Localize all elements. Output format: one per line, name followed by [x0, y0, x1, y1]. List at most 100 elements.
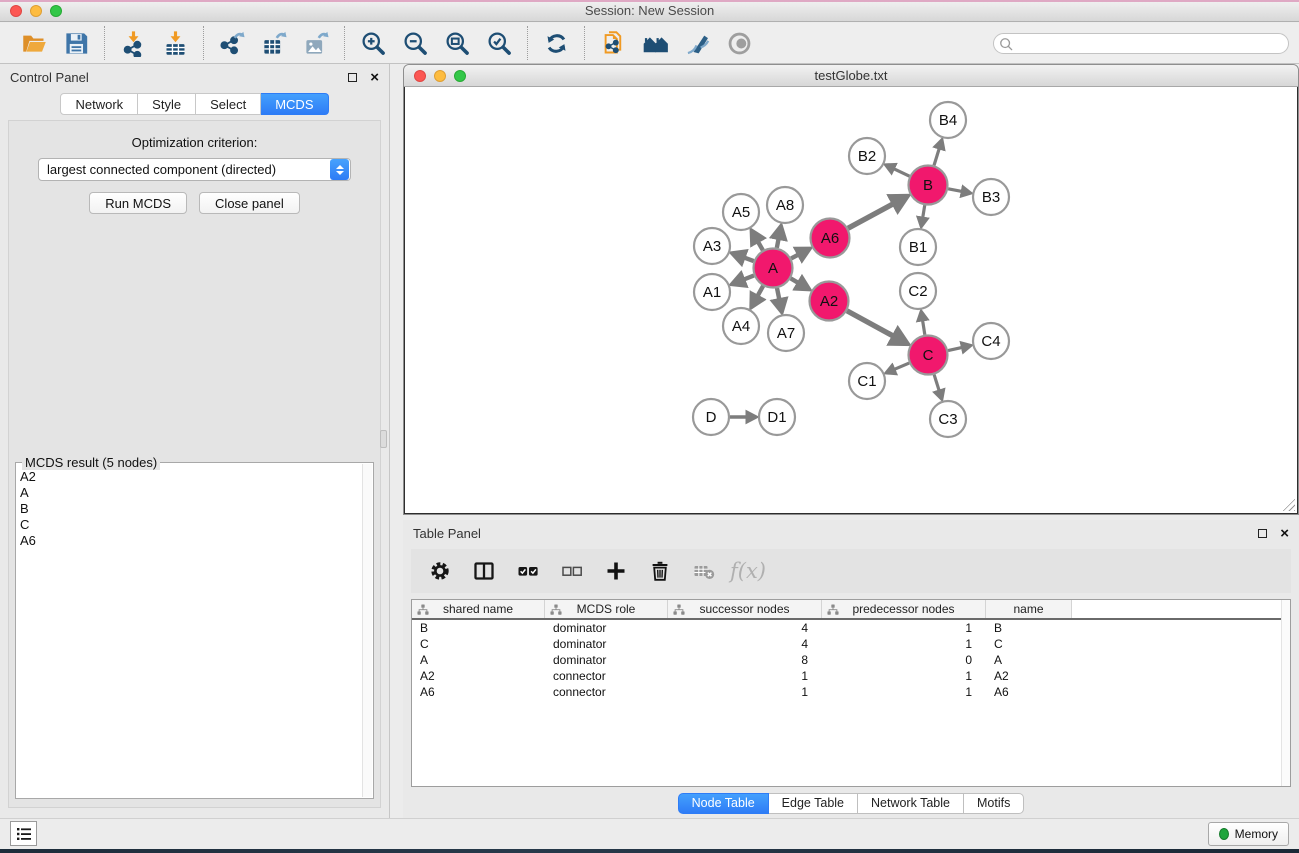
import-table-button[interactable]	[157, 26, 193, 60]
graph-edge-A-A5[interactable]	[758, 241, 763, 250]
memory-button[interactable]: Memory	[1208, 822, 1289, 846]
new-network-file-button[interactable]	[595, 26, 631, 60]
mcds-result-item[interactable]: A6	[20, 533, 369, 549]
column-settings-button[interactable]	[423, 554, 457, 588]
run-mcds-button[interactable]: Run MCDS	[89, 192, 187, 214]
graph-node-B2[interactable]: B2	[849, 138, 885, 174]
hide-graphics-details-button[interactable]	[679, 26, 715, 60]
table-row-A6[interactable]: A6connector11A6	[412, 684, 1290, 700]
graph-node-A4[interactable]: A4	[723, 308, 759, 344]
import-network-button[interactable]	[115, 26, 151, 60]
float-panel-icon[interactable]	[348, 73, 357, 82]
column-header-predecessor-nodes[interactable]: predecessor nodes	[822, 600, 986, 618]
split-table-button[interactable]	[467, 554, 501, 588]
refresh-view-button[interactable]	[538, 26, 574, 60]
table-close-panel-icon[interactable]: ×	[1280, 529, 1289, 539]
zoom-selected-button[interactable]	[481, 26, 517, 60]
graph-edge-A-A7[interactable]	[777, 288, 779, 300]
graph-node-A6[interactable]: A6	[811, 219, 850, 258]
close-panel-button[interactable]: Close panel	[199, 192, 300, 214]
table-row-A[interactable]: Adominator80A	[412, 652, 1290, 668]
network-zoom-icon[interactable]	[454, 70, 466, 82]
graph-edge-B-B3[interactable]	[948, 189, 962, 192]
criterion-select[interactable]: largest connected component (directed)	[38, 158, 351, 181]
graph-node-B4[interactable]: B4	[930, 102, 966, 138]
graph-node-A1[interactable]: A1	[694, 274, 730, 310]
graph-edge-A-A3[interactable]	[744, 257, 754, 261]
graph-node-A2[interactable]: A2	[810, 282, 849, 321]
graph-edge-A-A8[interactable]	[777, 238, 779, 248]
graph-node-B3[interactable]: B3	[973, 179, 1009, 215]
split-divider-grip[interactable]	[380, 430, 387, 448]
column-header-name[interactable]: name	[986, 600, 1072, 618]
column-header-shared-name[interactable]: shared name	[412, 600, 545, 618]
network-canvas[interactable]: A A5A8 A3 A1A4A7 A6 A2 B B2 B4 B3 B1 C C2 C4 C1 C3 D D1	[404, 87, 1298, 514]
close-panel-icon[interactable]: ×	[370, 73, 379, 83]
graph-node-B[interactable]: B	[909, 166, 948, 205]
graph-edge-A6-B[interactable]	[848, 204, 894, 229]
table-row-C[interactable]: Cdominator41C	[412, 636, 1290, 652]
graph-edge-C-C3[interactable]	[934, 375, 939, 391]
graph-node-D[interactable]: D	[693, 399, 729, 435]
graph-edge-A-A2[interactable]	[791, 278, 799, 283]
table-scrollbar[interactable]	[1281, 600, 1290, 786]
graph-node-A7[interactable]: A7	[768, 315, 804, 351]
result-scrollbar[interactable]	[362, 464, 372, 797]
graph-edge-A-A1[interactable]	[743, 276, 753, 280]
graph-node-A5[interactable]: A5	[723, 194, 759, 230]
tab-network[interactable]: Network	[60, 93, 138, 115]
graph-edge-B-B1[interactable]	[923, 205, 925, 218]
close-window-icon[interactable]	[10, 5, 22, 17]
column-header-MCDS-role[interactable]: MCDS role	[545, 600, 668, 618]
graph-edge-A-A4[interactable]	[757, 286, 763, 296]
mcds-result-item[interactable]: A2	[20, 469, 369, 485]
tab-edge-table[interactable]: Edge Table	[769, 793, 858, 814]
tab-style[interactable]: Style	[138, 93, 196, 115]
delete-column-button[interactable]	[643, 554, 677, 588]
open-home-button[interactable]	[637, 26, 673, 60]
graph-node-C4[interactable]: C4	[973, 323, 1009, 359]
graph-node-A8[interactable]: A8	[767, 187, 803, 223]
graph-edge-A2-C[interactable]	[847, 311, 894, 337]
save-session-button[interactable]	[58, 26, 94, 60]
table-float-panel-icon[interactable]	[1258, 529, 1267, 538]
graph-edge-C-C1[interactable]	[894, 363, 909, 369]
export-image-button[interactable]	[298, 26, 334, 60]
deselect-all-rows-button[interactable]	[555, 554, 589, 588]
tab-network-table[interactable]: Network Table	[858, 793, 964, 814]
tab-node-table[interactable]: Node Table	[678, 793, 769, 814]
tab-motifs[interactable]: Motifs	[964, 793, 1024, 814]
open-session-button[interactable]	[16, 26, 52, 60]
export-network-button[interactable]	[214, 26, 250, 60]
graph-edge-C-C2[interactable]	[923, 320, 925, 335]
add-column-button[interactable]	[599, 554, 633, 588]
tab-mcds[interactable]: MCDS	[261, 93, 328, 115]
mcds-result-item[interactable]: B	[20, 501, 369, 517]
network-minimize-icon[interactable]	[434, 70, 446, 82]
graph-node-C2[interactable]: C2	[900, 273, 936, 309]
graph-node-B1[interactable]: B1	[900, 229, 936, 265]
minimize-window-icon[interactable]	[30, 5, 42, 17]
birdseye-view-button[interactable]	[721, 26, 757, 60]
select-all-rows-button[interactable]	[511, 554, 545, 588]
graph-node-C1[interactable]: C1	[849, 363, 885, 399]
graph-edge-B-B4[interactable]	[934, 148, 939, 165]
network-close-icon[interactable]	[414, 70, 426, 82]
search-input[interactable]	[993, 33, 1289, 54]
graph-node-D1[interactable]: D1	[759, 399, 795, 435]
export-table-button[interactable]	[256, 26, 292, 60]
column-header-successor-nodes[interactable]: successor nodes	[668, 600, 822, 618]
tab-select[interactable]: Select	[196, 93, 261, 115]
task-history-button[interactable]	[10, 821, 37, 846]
graph-node-A[interactable]: A	[754, 249, 793, 288]
graph-node-C3[interactable]: C3	[930, 401, 966, 437]
graph-edge-A-A6[interactable]	[791, 254, 799, 258]
zoom-out-button[interactable]	[397, 26, 433, 60]
graph-node-A3[interactable]: A3	[694, 228, 730, 264]
table-row-A2[interactable]: A2connector11A2	[412, 668, 1290, 684]
table-row-B[interactable]: Bdominator41B	[412, 620, 1290, 636]
graph-edge-B-B2[interactable]	[894, 169, 910, 177]
zoom-fit-button[interactable]	[439, 26, 475, 60]
graph-node-C[interactable]: C	[909, 336, 948, 375]
mcds-result-item[interactable]: C	[20, 517, 369, 533]
